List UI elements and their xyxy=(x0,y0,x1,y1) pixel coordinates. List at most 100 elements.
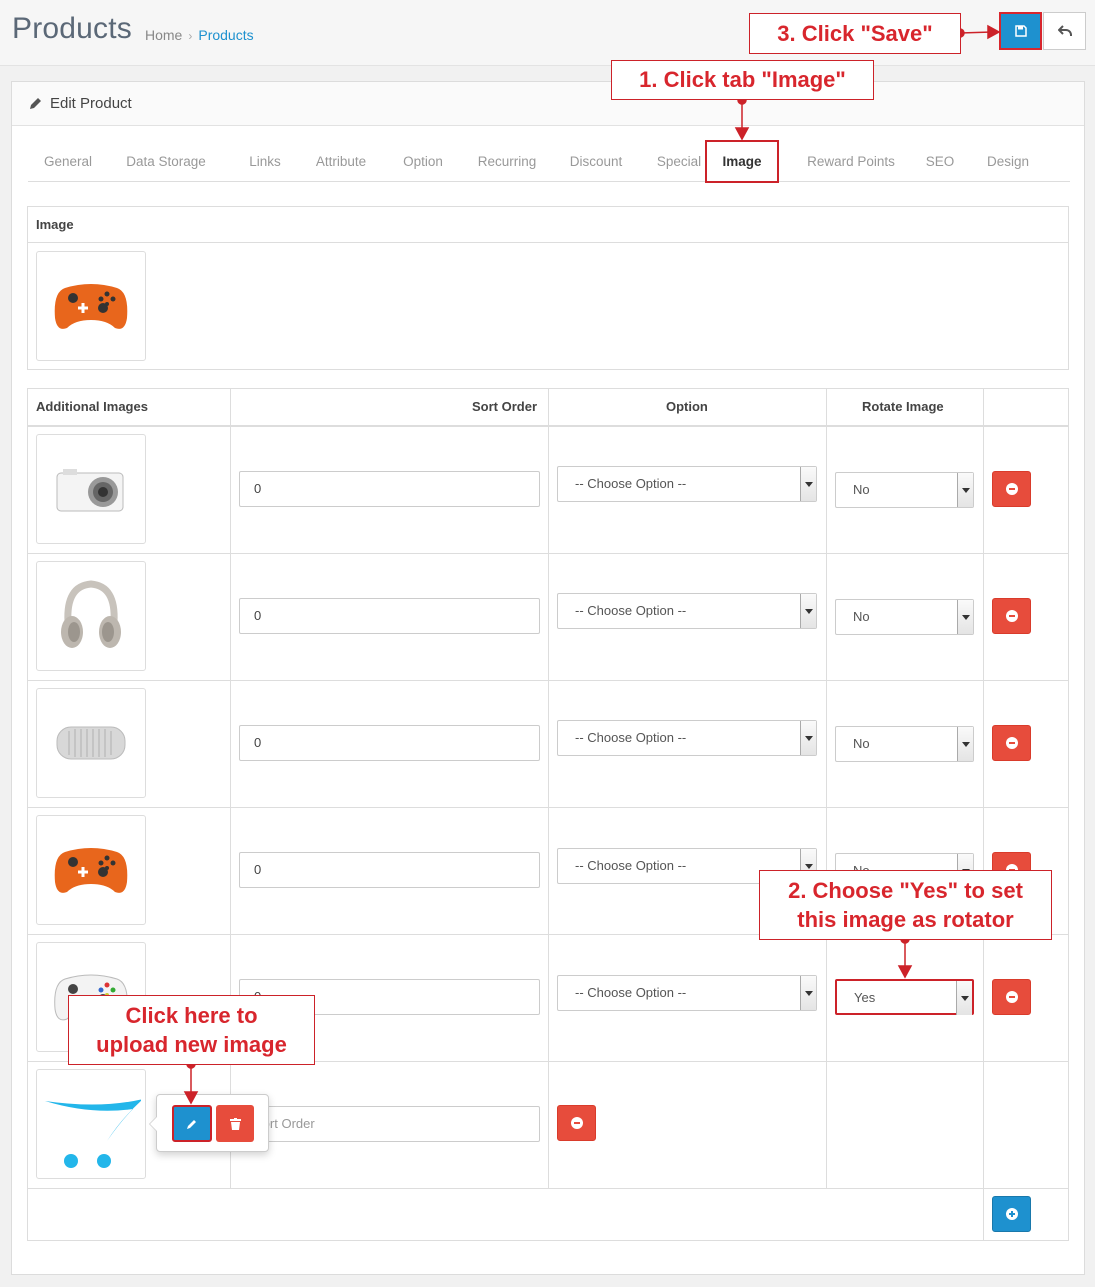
image-header: Image xyxy=(36,217,74,232)
tab-recurring[interactable]: Recurring xyxy=(464,141,550,182)
tab-discount[interactable]: Discount xyxy=(556,141,636,182)
minus-circle-icon xyxy=(1005,991,1018,1003)
plus-circle-icon xyxy=(1005,1208,1018,1220)
row-2-rotate-select[interactable]: No xyxy=(835,599,974,635)
row-3-thumbnail[interactable] xyxy=(36,688,146,798)
tab-option[interactable]: Option xyxy=(388,141,458,182)
reply-icon xyxy=(1057,25,1072,36)
row-2-remove-button[interactable] xyxy=(992,598,1031,634)
row-5-remove-button[interactable] xyxy=(992,979,1031,1015)
row-4-thumbnail[interactable] xyxy=(36,815,146,925)
divider xyxy=(826,389,827,1189)
row-6-remove-button[interactable] xyxy=(557,1105,596,1141)
row-5-rotate-value: Yes xyxy=(854,990,876,1005)
row-3-option-select[interactable]: -- Choose Option -- xyxy=(557,720,817,756)
image-table: Image xyxy=(27,206,1069,370)
callout-upload-line-2: upload new image xyxy=(96,1032,287,1057)
row-1-remove-button[interactable] xyxy=(992,471,1031,507)
divider xyxy=(28,680,1068,681)
opencart-logo-icon xyxy=(45,1099,141,1168)
headphones-icon xyxy=(61,580,121,648)
tab-design[interactable]: Design xyxy=(972,141,1044,182)
row-3-sort-order-input[interactable]: 0 xyxy=(239,725,540,761)
row-2-thumbnail[interactable] xyxy=(36,561,146,671)
divider xyxy=(983,389,984,1240)
minus-circle-icon xyxy=(570,1117,583,1129)
divider xyxy=(28,1188,1068,1189)
callout-upload-line-1: Click here to xyxy=(125,1003,258,1028)
page-title: Products xyxy=(12,12,132,45)
row-2-option-select[interactable]: -- Choose Option -- xyxy=(557,593,817,629)
chevron-down-icon xyxy=(800,467,816,501)
save-button[interactable] xyxy=(999,12,1042,50)
chevron-down-icon xyxy=(957,473,973,507)
row-1-option-value: -- Choose Option -- xyxy=(575,476,687,491)
row-1-thumbnail[interactable] xyxy=(36,434,146,544)
divider xyxy=(548,389,549,1189)
panel-heading: Edit Product xyxy=(12,82,1084,126)
minus-circle-icon xyxy=(1005,483,1018,495)
callout-step-2: 2. Choose "Yes" to set this image as rot… xyxy=(759,870,1052,940)
tab-data-storage[interactable]: Data Storage xyxy=(116,141,216,182)
panel-heading-text: Edit Product xyxy=(50,95,132,112)
tab-general[interactable]: General xyxy=(28,141,108,182)
tab-reward-points[interactable]: Reward Points xyxy=(796,141,906,182)
white-camera-icon xyxy=(56,469,124,512)
pencil-icon xyxy=(187,1119,196,1129)
row-5-rotate-select[interactable]: Yes xyxy=(835,979,974,1015)
trash-icon xyxy=(229,1117,241,1130)
callout-upload: Click here to upload new image xyxy=(68,995,315,1065)
breadcrumb-home[interactable]: Home xyxy=(145,27,182,43)
chevron-down-icon xyxy=(957,600,973,634)
col-additional-images: Additional Images xyxy=(36,399,148,414)
row-1-rotate-select[interactable]: No xyxy=(835,472,974,508)
pencil-icon xyxy=(28,97,42,111)
callout-step-2-line-2: this image as rotator xyxy=(797,907,1014,932)
divider xyxy=(28,242,1068,243)
callout-step-3: 3. Click "Save" xyxy=(749,13,961,54)
divider xyxy=(28,425,1068,427)
row-1-option-select[interactable]: -- Choose Option -- xyxy=(557,466,817,502)
chevron-down-icon xyxy=(800,976,816,1010)
row-2-option-value: -- Choose Option -- xyxy=(575,603,687,618)
chevron-down-icon xyxy=(800,721,816,755)
breadcrumb: Home › Products xyxy=(145,27,254,43)
delete-image-button[interactable] xyxy=(216,1105,254,1142)
tab-seo[interactable]: SEO xyxy=(908,141,972,182)
divider xyxy=(28,807,1068,808)
back-button[interactable] xyxy=(1043,12,1086,50)
row-3-option-value: -- Choose Option -- xyxy=(575,730,687,745)
add-image-button[interactable] xyxy=(992,1196,1031,1232)
row-4-sort-order-input[interactable]: 0 xyxy=(239,852,540,888)
row-3-rotate-value: No xyxy=(853,736,870,751)
divider xyxy=(230,389,231,1189)
row-6-thumbnail[interactable] xyxy=(36,1069,146,1179)
row-5-option-select[interactable]: -- Choose Option -- xyxy=(557,975,817,1011)
tab-bar: General Data Storage Links Attribute Opt… xyxy=(28,140,1070,183)
row-3-rotate-select[interactable]: No xyxy=(835,726,974,762)
row-1-sort-order-input[interactable]: 0 xyxy=(239,471,540,507)
callout-step-1: 1. Click tab "Image" xyxy=(611,60,874,100)
speaker-icon xyxy=(56,726,126,760)
row-1-rotate-value: No xyxy=(853,482,870,497)
orange-gamepad-icon xyxy=(54,848,128,893)
tab-links[interactable]: Links xyxy=(228,141,302,182)
orange-gamepad-icon xyxy=(54,284,128,329)
main-image-thumbnail[interactable] xyxy=(36,251,146,361)
row-4-option-value: -- Choose Option -- xyxy=(575,858,687,873)
row-3-remove-button[interactable] xyxy=(992,725,1031,761)
breadcrumb-products[interactable]: Products xyxy=(198,27,253,43)
divider xyxy=(28,553,1068,554)
col-sort-order: Sort Order xyxy=(472,399,538,414)
breadcrumb-separator: › xyxy=(188,29,193,43)
col-rotate-image: Rotate Image xyxy=(862,399,944,414)
tab-attribute[interactable]: Attribute xyxy=(296,141,386,182)
row-2-sort-order-input[interactable]: 0 xyxy=(239,598,540,634)
row-2-rotate-value: No xyxy=(853,609,870,624)
edit-image-button[interactable] xyxy=(172,1105,212,1142)
col-option: Option xyxy=(666,399,708,414)
minus-circle-icon xyxy=(1005,610,1018,622)
chevron-down-icon xyxy=(956,981,972,1015)
row-6-sort-order-input[interactable]: Sort Order xyxy=(239,1106,540,1142)
tab-image[interactable]: Image xyxy=(705,140,779,183)
